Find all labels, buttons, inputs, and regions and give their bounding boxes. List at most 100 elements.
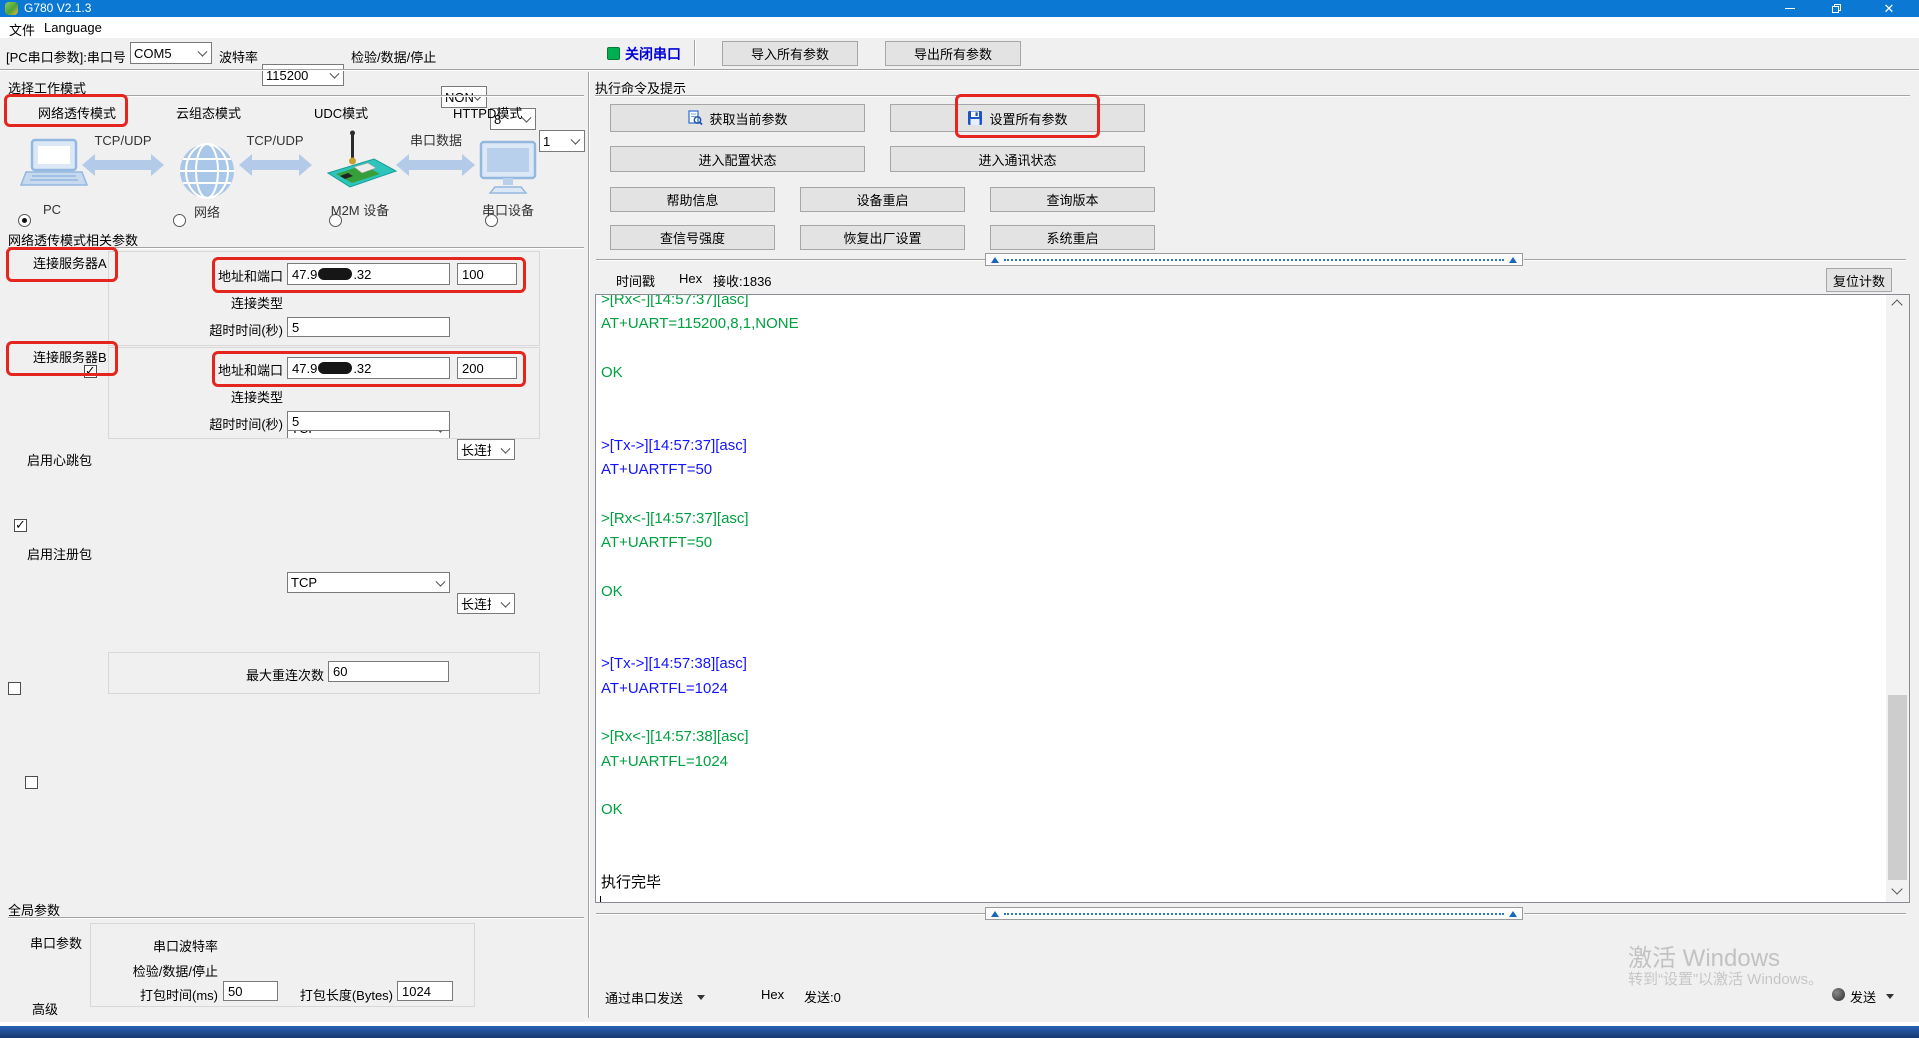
server-b-addr-label: 地址和端口 [180,360,283,379]
title-bar: G780 V2.1.3 ✕ [0,0,1919,17]
server-b-type-select[interactable]: TCP [287,572,450,593]
log-content: >[Rx<-][14:57:37][asc]AT+UART=115200,8,1… [596,294,1909,903]
server-a-timeout-input[interactable]: 5 [287,317,450,337]
heartbeat-checkbox[interactable] [8,682,21,695]
send-sound-icon [1832,988,1845,1001]
log-line: >[Rx<-][14:57:37][asc] [601,294,1909,312]
link-label-3: 串口数据 [410,133,462,148]
close-button[interactable]: ✕ [1859,0,1919,17]
log-line: >[Tx->][14:57:38][asc] [601,652,1909,676]
log-line: AT+UARTFT=50 [601,531,1909,555]
font-size-slider[interactable] [985,253,1523,266]
section-divider [8,247,584,249]
register-checkbox[interactable] [25,776,38,789]
log-line: OK [601,798,1909,822]
minimize-button[interactable] [1767,0,1813,17]
chevron-down-icon [436,576,446,586]
panel-divider [588,72,590,1018]
pack-len-label: 打包长度(Bytes) [295,985,393,1004]
link-label-2: TCP/UDP [246,133,303,148]
censored-blob [318,268,352,280]
log-line: AT+UART=115200,8,1,NONE [601,312,1909,336]
menu-file[interactable]: 文件 [9,20,35,39]
close-port-button[interactable]: 关闭串口 [625,44,681,64]
slider-thumb-icon[interactable] [1509,911,1517,917]
set-params-button[interactable]: 设置所有参数 [890,104,1145,132]
pack-len-input[interactable]: 1024 [397,981,453,1001]
baud-select[interactable]: 115200 [262,64,344,86]
pc-serial-label: [PC串口参数]:串口号 [6,47,126,66]
log-scrollbar[interactable] [1886,295,1909,902]
close-icon: ✕ [1884,1,1895,17]
server-b-port-input[interactable]: 200 [457,357,517,379]
heartbeat-label: 启用心跳包 [27,450,92,469]
timestamp-label: 时间戳 [616,271,655,290]
chevron-down-icon [522,113,532,123]
get-params-button[interactable]: 获取当前参数 [610,104,865,132]
slider-thumb-icon[interactable] [1509,257,1517,263]
server-a-address-input[interactable]: 47.9.32 [287,263,450,285]
toolbar-separator [694,40,696,66]
log-line: AT+UARTFL=1024 [601,750,1909,774]
server-b-timeout-label: 超时时间(秒) [180,414,283,433]
log-textarea[interactable]: >[Rx<-][14:57:37][asc]AT+UART=115200,8,1… [595,294,1910,903]
arrow-icon [82,154,164,176]
server-b-timeout-input[interactable]: 5 [287,411,450,431]
server-b-checkbox[interactable] [14,519,27,532]
send-via-dropdown-icon[interactable] [697,995,705,1000]
slider-thumb-icon[interactable] [991,257,999,263]
log-line [601,409,1909,433]
send-button[interactable]: 发送 [1850,987,1876,1006]
server-a-label: 连接服务器A [33,253,107,272]
slider-track [1524,259,1906,261]
factory-reset-button[interactable]: 恢复出厂设置 [800,225,965,250]
server-a-addr-label: 地址和端口 [180,266,283,285]
slider-thumb-icon[interactable] [991,911,999,917]
link-label-1: TCP/UDP [94,133,151,148]
reset-counter-button[interactable]: 复位计数 [1826,268,1892,292]
scroll-up-icon[interactable] [1893,301,1901,309]
com-port-select[interactable]: COM5 [130,42,212,64]
reconnect-input[interactable]: 60 [328,661,449,682]
scrollbar-thumb[interactable] [1888,695,1907,880]
arrow-icon [239,154,312,176]
node-label-m2m: M2M 设备 [331,203,390,218]
font-size-slider-bottom[interactable] [985,907,1523,920]
log-line: >[Rx<-][14:57:38][asc] [601,725,1909,749]
query-version-button[interactable]: 查询版本 [990,187,1155,212]
section-divider [8,95,584,97]
advanced-label: 高级 [32,999,58,1018]
help-button[interactable]: 帮助信息 [610,187,775,212]
scroll-down-icon[interactable] [1893,885,1901,893]
log-line: AT+UARTFT=50 [601,458,1909,482]
server-a-checkbox[interactable] [84,365,97,378]
server-a-port-input[interactable]: 100 [457,263,517,285]
menu-language[interactable]: Language [44,20,102,35]
device-restart-button[interactable]: 设备重启 [800,187,965,212]
toolbar-divider [0,69,1919,71]
text-caret [600,896,601,903]
enter-config-button[interactable]: 进入配置状态 [610,146,865,172]
system-restart-button[interactable]: 系统重启 [990,225,1155,250]
restore-button[interactable] [1813,0,1859,17]
import-params-button[interactable]: 导入所有参数 [722,41,858,66]
log-line [601,482,1909,506]
send-via-serial-button[interactable]: 通过串口发送 [605,988,683,1007]
server-b-address-input[interactable]: 47.9.32 [287,357,450,379]
section-divider [595,95,1910,97]
pack-time-input[interactable]: 50 [223,981,278,1001]
server-a-timeout-label: 超时时间(秒) [180,320,283,339]
log-line [601,774,1909,798]
enter-comm-button[interactable]: 进入通讯状态 [890,146,1145,172]
log-line: 执行完毕 [601,871,1909,895]
export-params-button[interactable]: 导出所有参数 [885,41,1021,66]
chevron-down-icon [198,47,208,57]
server-b-connmode-select[interactable]: 长连接 [457,593,515,614]
section-divider [8,917,584,919]
slider-track [596,259,985,261]
send-dropdown-icon[interactable] [1886,994,1894,999]
log-line [601,847,1909,871]
query-signal-button[interactable]: 查信号强度 [610,225,775,250]
server-a-connmode-select[interactable]: 长连接 [457,439,515,460]
log-line [601,337,1909,361]
